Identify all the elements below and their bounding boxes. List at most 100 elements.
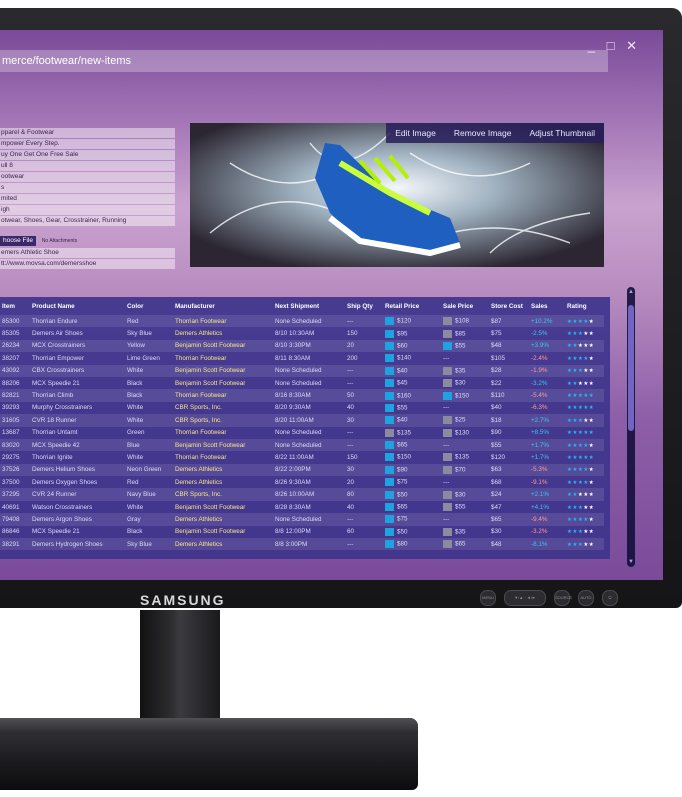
table-row[interactable]: 85305 Demers Air Shoes Sky Blue Demers Athl… [0,327,604,339]
price-value: $140 [397,355,412,363]
column-header[interactable]: Sale Price [441,297,489,315]
table-row[interactable]: 26234 MCX Crosstrainers Yellow Benjamin Sco… [0,339,604,353]
rating-stars[interactable]: ★★★★★ [567,467,594,473]
column-header[interactable]: Manufacturer [173,297,273,315]
rating-stars[interactable]: ★★★★★ [567,517,594,523]
rating-stars[interactable]: ★★★★★ [567,430,594,436]
cell-cost: $120 [491,453,506,461]
form-field[interactable]: emers Athletic Shoe [0,248,175,258]
rating-stars[interactable]: ★★★★★ [567,529,594,535]
table-row[interactable]: 83020 MCX Speedie 42 Blue Benjamin Scott Fo… [0,438,604,452]
column-header[interactable]: Product Name [30,297,125,315]
table-row[interactable]: 82821 Thorrian Climb Black Thorrian Footwea… [0,389,604,402]
table-row[interactable]: 37526 Demers Helium Shoes Neon Green Demers… [0,463,604,477]
product-image[interactable]: Edit Image Remove Image Adjust Thumbnail [190,123,604,267]
column-header[interactable]: Color [125,297,173,315]
rating-stars[interactable]: ★★★★★ [567,542,594,548]
table-row[interactable]: 85300 Thorrian Endure Red Thorrian Footwear… [0,315,604,328]
rating-stars[interactable]: ★★★★★ [567,381,594,387]
table-row[interactable]: 37295 CVR 24 Runner Navy Blue CBR Sports, I… [0,488,604,501]
cell-qty: 20 [345,339,383,353]
rating-stars[interactable]: ★★★★★ [567,505,594,511]
form-field[interactable]: mpower Every Step. [0,139,175,149]
table-row[interactable]: 88206 MCX Speedie 21 Black Benjamin Scott F… [0,377,604,389]
price-swatch [385,490,394,499]
rating-stars[interactable]: ★★★★★ [567,480,594,486]
table-row[interactable]: 38291 Demers Hydrogen Shoes Sky Blue Demers… [0,538,604,551]
rating-stars[interactable]: ★★★★★ [567,492,594,498]
column-header[interactable]: Rating [565,297,604,315]
rating-stars[interactable]: ★★★★★ [567,455,594,461]
rating-stars[interactable]: ★★★★★ [567,443,594,449]
rating-stars[interactable]: ★★★★★ [567,393,594,399]
cell-item: 85300 [0,315,30,328]
sales-value: -5.4% [531,392,548,400]
column-header[interactable]: Store Cost [489,297,529,315]
price-swatch [443,453,452,462]
column-header[interactable]: Sales [529,297,565,315]
form-field[interactable]: ootwear [0,172,175,182]
table-row[interactable]: 79408 Demers Argon Shoes Gray Demers Athlet… [0,513,604,526]
remove-image-button[interactable]: Remove Image [445,128,521,138]
cell-color: Green [127,429,145,437]
monitor-button[interactable]: SOURCE [554,590,572,606]
table-row[interactable]: 40691 Watson Crosstrainers White Benjamin S… [0,501,604,513]
form-field[interactable]: pparel & Footwear [0,128,175,138]
rating-stars[interactable]: ★★★★★ [567,405,594,411]
cell-ship: None Scheduled [275,379,322,387]
monitor-button[interactable]: ⏻ [602,590,618,606]
cell-cost: $18 [489,414,529,427]
rating-stars[interactable]: ★★★★★ [567,356,594,362]
cell-color: Sky Blue [125,538,173,551]
scroll-down-icon[interactable]: ▼ [627,559,635,565]
table-row[interactable]: 86846 MCX Speedie 21 Black Benjamin Scott F… [0,526,604,538]
address-bar[interactable]: merce/footwear/new-items [0,50,608,72]
table-row[interactable]: 38207 Thorrian Empower Lime Green Thorrian … [0,352,604,364]
edit-image-button[interactable]: Edit Image [386,128,445,138]
item-form: pparel & Footwear mpower Every Step. uy On… [0,128,175,227]
column-header[interactable]: Retail Price [383,297,441,315]
column-header[interactable]: Ship Qty [345,297,383,315]
form-field[interactable]: ull 8 [0,161,175,171]
column-header[interactable]: Next Shipment [273,297,345,315]
price-swatch [443,428,452,437]
cell-sale: $30 [441,488,489,501]
table-row[interactable]: 43092 CBX Crosstrainers White Benjamin Scot… [0,364,604,377]
monitor-button[interactable]: MENU [480,590,496,606]
form-field[interactable]: otwear, Shoes, Gear, Crosstrainer, Runni… [0,216,175,226]
scroll-thumb[interactable] [628,305,634,431]
form-field[interactable]: tt://www.movsa.com/demersshoe [0,259,175,269]
cell-sale: --- [441,402,489,414]
cell-name: Demers Hydrogen Shoes [30,538,125,551]
cell-item: 83020 [0,438,30,452]
price-value: $160 [397,392,412,400]
cell-rating: ★★★★★ [565,427,604,439]
form-field[interactable]: igh [0,205,175,215]
price-swatch [443,416,452,425]
column-header[interactable]: Item [0,297,30,315]
rating-stars[interactable]: ★★★★★ [567,331,594,337]
rating-stars[interactable]: ★★★★★ [567,343,594,349]
cell-ship: 8/26 10:00AM [273,488,345,501]
monitor-button[interactable]: AUTO [578,590,594,606]
form-field[interactable]: mited [0,194,175,204]
rating-stars[interactable]: ★★★★★ [567,319,594,325]
form-field[interactable]: uy One Get One Free Sale [0,150,175,160]
table-row[interactable]: 37500 Demers Oxygen Shoes Red Demers Athlet… [0,476,604,488]
table-row[interactable]: 29275 Thorrian Ignite White Thorrian Footwe… [0,451,604,463]
table-row[interactable]: 39293 Murphy Crosstrainers White CBR Sports… [0,402,604,414]
table-row[interactable]: 31605 CVR 18 Runner White CBR Sports, Inc. 8… [0,414,604,427]
rating-stars[interactable]: ★★★★★ [567,368,594,374]
adjust-thumbnail-button[interactable]: Adjust Thumbnail [520,128,604,138]
table-row[interactable]: 13687 Thorrian Untamt Green Thorrian Footwe… [0,427,604,439]
price-value: $45 [397,379,408,387]
rating-stars[interactable]: ★★★★★ [567,418,594,424]
monitor-button[interactable]: ▼/▲ · ◄/► [504,590,546,606]
form-field[interactable]: s [0,183,175,193]
scroll-up-icon[interactable]: ▲ [627,289,635,295]
cell-rating: ★★★★★ [565,438,604,452]
price-swatch [385,540,394,549]
cell-sales: -8.1% [529,538,565,551]
grid-scrollbar[interactable]: ▲ ▼ [627,287,635,567]
choose-file-button[interactable]: hoose File [0,236,36,246]
